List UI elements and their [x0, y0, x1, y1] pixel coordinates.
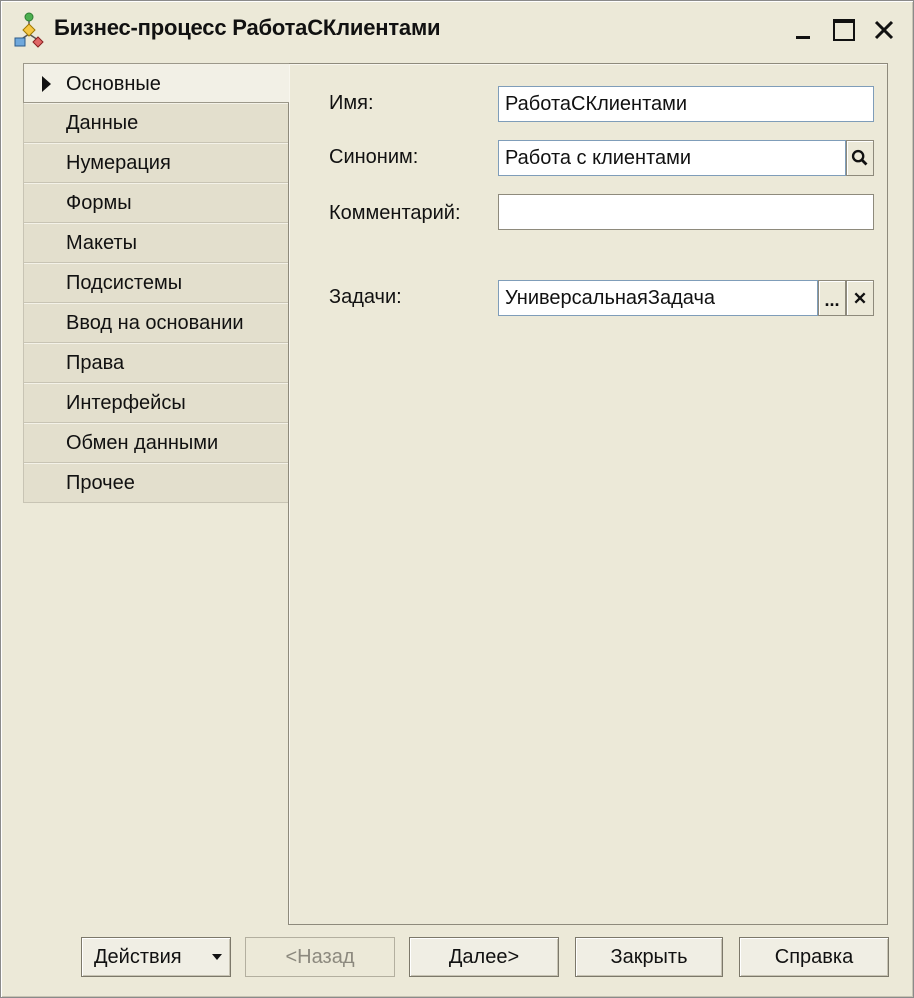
actions-label: Действия	[94, 946, 182, 968]
tab-label: Нумерация	[66, 152, 171, 174]
tab-label: Прочее	[66, 472, 135, 494]
tab-list: Основные Данные Нумерация Формы Макеты П…	[23, 63, 289, 503]
magnifier-icon	[851, 149, 868, 166]
tab-label: Подсистемы	[66, 272, 183, 294]
tab-label: Макеты	[66, 232, 137, 254]
tab-label: Формы	[66, 192, 132, 214]
tab-main[interactable]: Основные	[23, 63, 289, 103]
close-x-icon	[854, 292, 866, 304]
tab-label: Права	[66, 352, 125, 374]
tab-label: Интерфейсы	[66, 392, 186, 414]
chevron-down-icon	[212, 954, 222, 960]
name-label: Имя:	[329, 92, 374, 114]
tab-input-based-on[interactable]: Ввод на основании	[23, 303, 289, 343]
tab-rights[interactable]: Права	[23, 343, 289, 383]
tab-forms[interactable]: Формы	[23, 183, 289, 223]
back-button[interactable]: <Назад	[245, 937, 395, 977]
maximize-icon	[833, 19, 855, 41]
tasks-clear-button[interactable]	[846, 280, 874, 316]
tab-data-exchange[interactable]: Обмен данными	[23, 423, 289, 463]
name-input[interactable]	[498, 86, 874, 122]
tab-label: Обмен данными	[66, 432, 219, 454]
window-title: Бизнес-процесс РаботаСКлиентами	[54, 15, 441, 40]
help-button[interactable]: Справка	[739, 937, 889, 977]
tab-numbering[interactable]: Нумерация	[23, 143, 289, 183]
tab-data[interactable]: Данные	[23, 103, 289, 143]
comment-input[interactable]	[498, 194, 874, 230]
close-button[interactable]: Закрыть	[575, 937, 723, 977]
selected-arrow-icon	[42, 76, 51, 92]
tab-templates[interactable]: Макеты	[23, 223, 289, 263]
tab-interfaces[interactable]: Интерфейсы	[23, 383, 289, 423]
minimize-icon	[796, 36, 810, 39]
tab-subsystems[interactable]: Подсистемы	[23, 263, 289, 303]
tab-label: Данные	[66, 112, 139, 134]
maximize-button[interactable]	[828, 14, 860, 46]
tab-other[interactable]: Прочее	[23, 463, 289, 503]
comment-label: Комментарий:	[329, 202, 461, 224]
close-icon	[874, 20, 894, 40]
next-button[interactable]: Далее>	[409, 937, 559, 977]
actions-button[interactable]: Действия	[81, 937, 231, 977]
tab-label: Основные	[66, 73, 161, 95]
select-ellipsis: ...	[824, 290, 840, 310]
title-bar[interactable]: Бизнес-процесс РаботаСКлиентами	[2, 2, 912, 58]
business-process-icon	[12, 12, 46, 48]
dialog-window: Бизнес-процесс РаботаСКлиентами Основные	[0, 0, 914, 998]
synonym-search-button[interactable]	[846, 140, 874, 176]
tasks-input[interactable]	[498, 280, 818, 316]
tasks-select-button[interactable]: ...	[818, 280, 846, 316]
synonym-input[interactable]	[498, 140, 846, 176]
main-panel: Имя: Синоним: Комментарий: Задачи: ...	[288, 63, 888, 925]
tasks-label: Задачи:	[329, 286, 402, 308]
close-window-button[interactable]	[868, 14, 900, 46]
minimize-button[interactable]	[788, 14, 820, 46]
tab-label: Ввод на основании	[66, 312, 244, 334]
synonym-label: Синоним:	[329, 146, 419, 168]
